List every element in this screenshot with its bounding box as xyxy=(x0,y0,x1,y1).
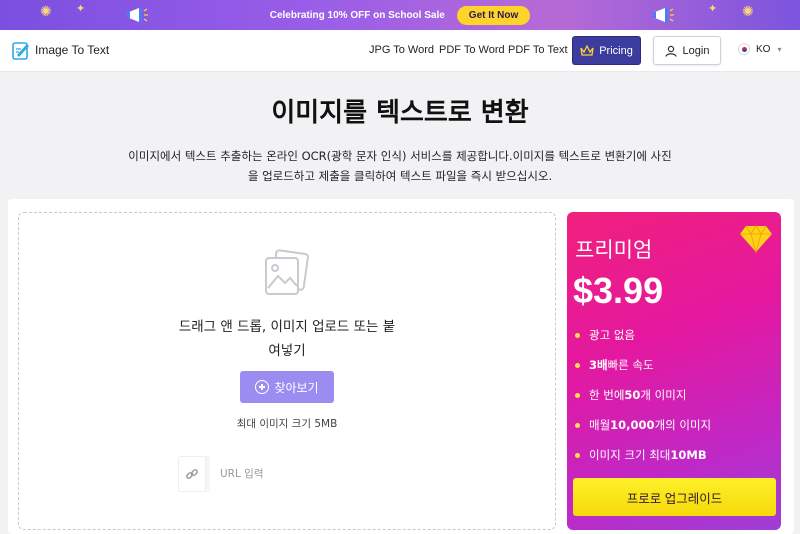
get-it-now-button[interactable]: Get It Now xyxy=(456,5,531,25)
login-label: Login xyxy=(682,44,710,57)
pricing-button[interactable]: Pricing xyxy=(572,36,641,65)
firework-icon: ✺ xyxy=(742,4,754,20)
drop-text-line: 여넣기 xyxy=(268,343,306,359)
nav-jpg-to-word[interactable]: JPG To Word xyxy=(369,44,434,56)
url-input[interactable] xyxy=(210,456,396,492)
bullet-icon xyxy=(575,392,580,398)
logo-icon xyxy=(12,42,29,60)
browse-button[interactable]: 찾아보기 xyxy=(240,371,334,403)
premium-price: $3.99 xyxy=(573,270,664,311)
subtitle-line: 이미지에서 텍스트 추출하는 온라인 OCR(광학 문자 인식) 서비스를 제공… xyxy=(128,149,672,163)
promo-banner: ✺ ✦ Celebrating 10% OFF on School Sale G… xyxy=(0,0,800,30)
bullet-icon xyxy=(575,422,580,428)
image-icon xyxy=(265,249,309,295)
url-input-group xyxy=(178,456,396,492)
drop-text-line: 드래그 앤 드롭, 이미지 업로드 또는 붙 xyxy=(178,319,396,335)
nav-pdf-to-word[interactable]: PDF To Word xyxy=(439,44,505,56)
user-icon xyxy=(664,45,677,57)
megaphone-icon xyxy=(127,7,148,23)
max-size-note: 최대 이미지 크기 5MB xyxy=(236,418,338,430)
firework-icon: ✦ xyxy=(76,2,86,15)
pricing-label: Pricing xyxy=(599,44,633,57)
feature-item: 이미지 크기 최대 10MB xyxy=(575,440,775,470)
feature-item: 한 번에 50 개 이미지 xyxy=(575,380,775,410)
browse-label: 찾아보기 xyxy=(274,380,319,395)
language-label: KO xyxy=(756,43,771,55)
diamond-icon xyxy=(740,225,772,254)
logo[interactable]: Image To Text xyxy=(12,40,109,60)
megaphone-icon xyxy=(653,7,674,23)
crown-icon xyxy=(580,44,594,56)
link-icon xyxy=(178,456,206,492)
nav-pdf-to-text[interactable]: PDF To Text xyxy=(508,44,568,56)
dropzone-instructions: 드래그 앤 드롭, 이미지 업로드 또는 붙 여넣기 xyxy=(162,315,412,363)
feature-item: 매월 10,000 개의 이미지 xyxy=(575,410,775,440)
plus-circle-icon xyxy=(255,380,270,394)
premium-card: 프리미엄 $3.99 광고 없음 3배 빠른 속도 한 번에 50 개 이미지 매… xyxy=(567,212,781,530)
page-subtitle: 이미지에서 텍스트 추출하는 온라인 OCR(광학 문자 인식) 서비스를 제공… xyxy=(110,146,690,186)
upgrade-to-pro-button[interactable]: 프로로 업그레이드 xyxy=(573,478,776,516)
language-selector[interactable]: KO ▾ xyxy=(738,43,781,55)
feature-item: 광고 없음 xyxy=(575,320,775,350)
top-navbar: Image To Text JPG To Word PDF To Word PD… xyxy=(0,30,800,72)
bullet-icon xyxy=(575,362,580,368)
premium-title: 프리미엄 xyxy=(575,238,653,262)
promo-text: Celebrating 10% OFF on School Sale xyxy=(269,9,445,21)
premium-features: 광고 없음 3배 빠른 속도 한 번에 50 개 이미지 매월 10,000 개의 … xyxy=(575,320,775,470)
feature-item: 3배 빠른 속도 xyxy=(575,350,775,380)
page-title: 이미지를 텍스트로 변환 xyxy=(271,98,529,128)
subtitle-line: 을 업로드하고 제출을 클릭하여 텍스트 파일을 즉시 받으십시오. xyxy=(247,169,553,183)
bullet-icon xyxy=(575,452,580,458)
bullet-icon xyxy=(575,332,580,338)
chevron-down-icon: ▾ xyxy=(777,44,782,54)
firework-icon: ✺ xyxy=(40,4,52,20)
login-button[interactable]: Login xyxy=(653,36,721,65)
korea-flag-icon xyxy=(738,43,750,55)
logo-text: Image To Text xyxy=(35,43,110,57)
firework-icon: ✦ xyxy=(708,2,718,15)
